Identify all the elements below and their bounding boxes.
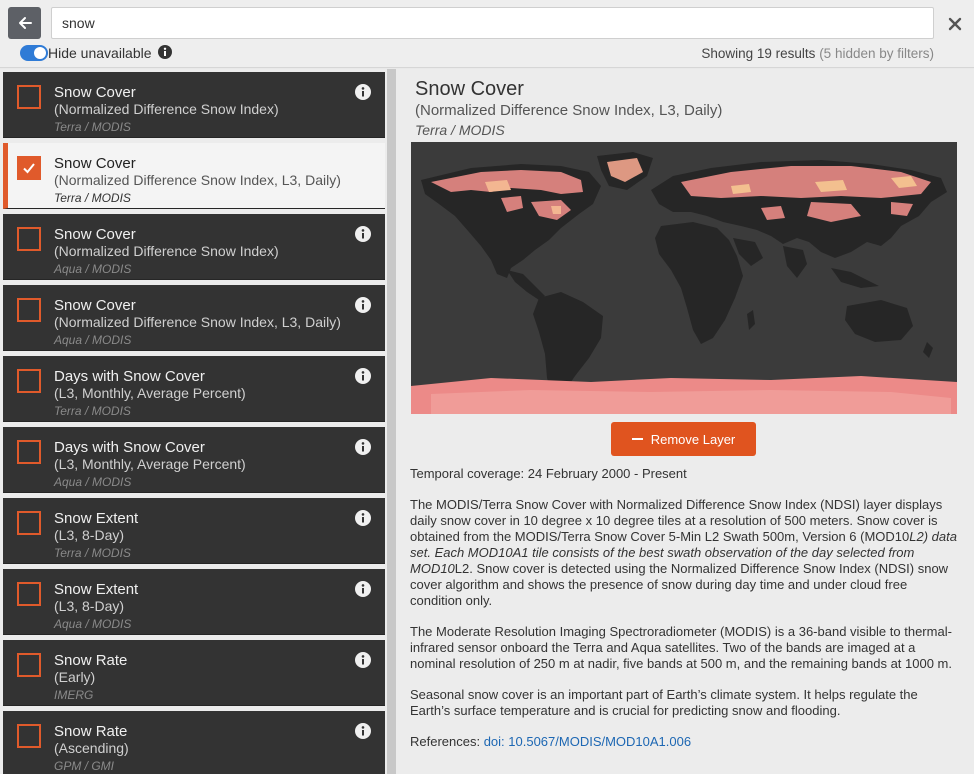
layer-source: Terra / MODIS [54, 404, 131, 418]
list-item[interactable]: Days with Snow Cover (L3, Monthly, Avera… [3, 427, 385, 493]
layer-subtitle: (Ascending) [54, 740, 129, 756]
checkbox[interactable] [17, 653, 41, 677]
description-paragraph: The MODIS/Terra Snow Cover with Normaliz… [410, 497, 957, 608]
list-item[interactable]: Snow Extent (L3, 8-Day) Aqua / MODIS [3, 569, 385, 635]
layer-subtitle: (L3, 8-Day) [54, 598, 125, 614]
layer-subtitle: (L3, Monthly, Average Percent) [54, 385, 246, 401]
checkbox-checked[interactable] [17, 156, 41, 180]
description-paragraph: Seasonal snow cover is an important part… [410, 687, 918, 718]
list-item[interactable]: Days with Snow Cover (L3, Monthly, Avera… [3, 356, 385, 422]
info-icon[interactable] [355, 439, 371, 455]
info-icon[interactable] [355, 510, 371, 526]
layer-title: Snow Cover [54, 297, 136, 314]
detail-source: Terra / MODIS [415, 122, 505, 138]
layer-title: Snow Cover [54, 155, 136, 172]
layer-subtitle: (Normalized Difference Snow Index) [54, 101, 279, 117]
checkbox[interactable] [17, 511, 41, 535]
checkbox[interactable] [17, 440, 41, 464]
references: References: doi: 10.5067/MODIS/MOD10A1.0… [410, 734, 692, 749]
search-input[interactable] [51, 7, 934, 39]
layer-description: Temporal coverage: 24 February 2000 - Pr… [410, 466, 958, 765]
layer-source: Aqua / MODIS [54, 617, 132, 631]
checkbox[interactable] [17, 298, 41, 322]
info-icon[interactable] [355, 368, 371, 384]
description-paragraph: The Moderate Resolution Imaging Spectror… [410, 624, 953, 671]
close-icon [948, 17, 962, 31]
layer-title: Snow Cover [54, 226, 136, 243]
panel-splitter[interactable] [387, 69, 396, 774]
layer-title: Snow Rate [54, 723, 128, 740]
check-icon [23, 163, 35, 174]
results-count: Showing 19 results (5 hidden by filters) [701, 46, 934, 61]
list-item[interactable]: Snow Cover (Normalized Difference Snow I… [3, 143, 385, 209]
close-button[interactable] [944, 13, 966, 35]
layer-source: Terra / MODIS [54, 120, 131, 134]
checkbox[interactable] [17, 85, 41, 109]
layer-subtitle: (L3, Monthly, Average Percent) [54, 456, 246, 472]
layer-source: Aqua / MODIS [54, 262, 132, 276]
checkbox[interactable] [17, 582, 41, 606]
layer-list: Snow Cover (Normalized Difference Snow I… [0, 69, 387, 774]
list-item[interactable]: Snow Cover (Normalized Difference Snow I… [3, 285, 385, 351]
reference-link[interactable]: doi: 10.5067/MODIS/MOD10A1.006 [484, 734, 691, 749]
layer-source: Terra / MODIS [54, 546, 131, 560]
list-item[interactable]: Snow Extent (L3, 8-Day) Terra / MODIS [3, 498, 385, 564]
layer-subtitle: (Normalized Difference Snow Index, L3, D… [54, 172, 341, 188]
list-item[interactable]: Snow Rate (Ascending) GPM / GMI [3, 711, 385, 774]
remove-layer-button[interactable]: Remove Layer [611, 422, 756, 456]
layer-subtitle: (Normalized Difference Snow Index, L3, D… [54, 314, 341, 330]
minus-icon [631, 437, 643, 441]
list-item[interactable]: Snow Cover (Normalized Difference Snow I… [3, 72, 385, 138]
search-header: Hide unavailable Showing 19 results (5 h… [0, 0, 974, 68]
info-icon[interactable] [355, 226, 371, 242]
layer-subtitle: (L3, 8-Day) [54, 527, 125, 543]
checkbox[interactable] [17, 369, 41, 393]
layer-title: Snow Rate [54, 652, 128, 669]
checkbox[interactable] [17, 724, 41, 748]
list-item[interactable]: Snow Rate (Early) IMERG [3, 640, 385, 706]
info-icon[interactable] [355, 581, 371, 597]
arrow-left-icon [18, 17, 32, 29]
layer-source: Terra / MODIS [54, 191, 131, 205]
layer-title: Snow Cover [54, 84, 136, 101]
detail-subtitle: (Normalized Difference Snow Index, L3, D… [415, 102, 723, 119]
hide-unavailable-toggle[interactable] [20, 45, 48, 61]
layer-title: Snow Extent [54, 510, 139, 527]
detail-title: Snow Cover [415, 78, 524, 100]
layer-source: IMERG [54, 688, 94, 702]
hide-unavailable-label: Hide unavailable [48, 45, 152, 61]
layer-source: Aqua / MODIS [54, 475, 132, 489]
info-icon[interactable] [355, 84, 371, 100]
temporal-coverage: Temporal coverage: 24 February 2000 - Pr… [410, 466, 687, 481]
info-icon[interactable] [355, 723, 371, 739]
info-icon[interactable] [158, 45, 172, 59]
info-icon[interactable] [355, 297, 371, 313]
layer-title: Days with Snow Cover [54, 439, 205, 456]
info-icon[interactable] [355, 652, 371, 668]
layer-detail-panel: Snow Cover (Normalized Difference Snow I… [396, 69, 974, 774]
list-item[interactable]: Snow Cover (Normalized Difference Snow I… [3, 214, 385, 280]
layer-title: Days with Snow Cover [54, 368, 205, 385]
back-button[interactable] [8, 7, 41, 39]
checkbox[interactable] [17, 227, 41, 251]
layer-title: Snow Extent [54, 581, 139, 598]
layer-source: Aqua / MODIS [54, 333, 132, 347]
layer-subtitle: (Early) [54, 669, 96, 685]
layer-source: GPM / GMI [54, 759, 114, 773]
layer-subtitle: (Normalized Difference Snow Index) [54, 243, 279, 259]
layer-preview-map [411, 142, 957, 414]
